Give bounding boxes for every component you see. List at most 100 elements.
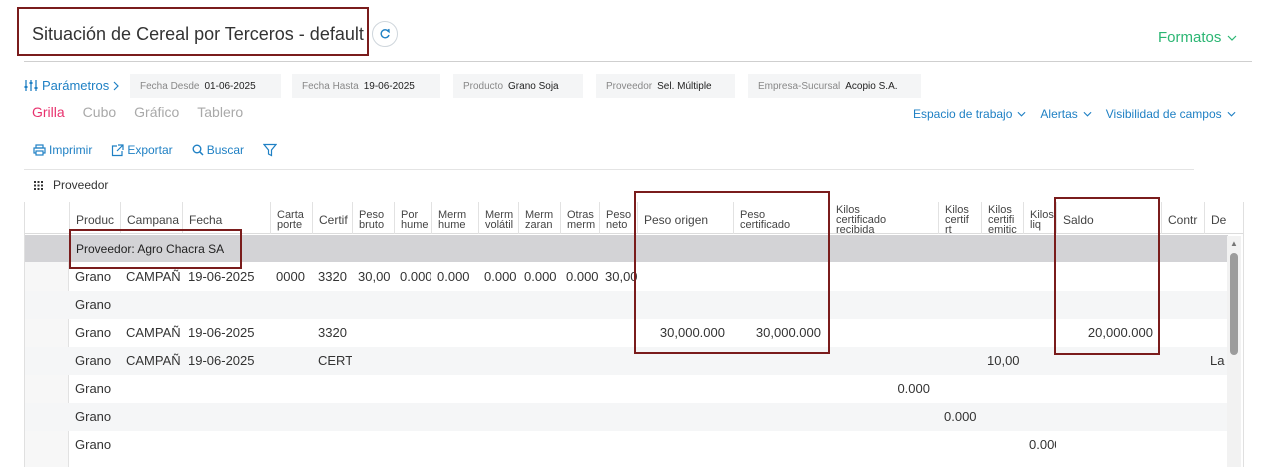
table-cell (394, 347, 431, 375)
column-header[interactable]: Kilos certificado recibida (829, 202, 938, 234)
column-header[interactable]: Merm volátil (478, 202, 518, 234)
table-cell (518, 347, 560, 375)
column-header[interactable]: Peso bruto (352, 202, 394, 234)
table-cell (560, 319, 599, 347)
table-cell: CAMPAÑ (126, 269, 181, 284)
table-cell (352, 291, 394, 319)
visibilidad-campos-menu[interactable]: Visibilidad de campos (1106, 107, 1236, 121)
table-cell (938, 291, 981, 319)
espacio-trabajo-menu[interactable]: Espacio de trabajo (913, 107, 1026, 121)
grouping-bar[interactable]: Proveedor (34, 178, 108, 192)
table-cell (981, 403, 1023, 431)
table-cell: 30,00 (358, 269, 391, 284)
column-header[interactable]: Carta porte (270, 202, 312, 234)
table-cell (1023, 403, 1056, 431)
view-tabs: Grilla Cubo Gráfico Tablero (32, 104, 261, 120)
chevron-down-icon (1227, 35, 1237, 41)
table-cell: Grano (75, 437, 112, 452)
vertical-scrollbar[interactable]: ▲ (1227, 236, 1241, 467)
column-header[interactable]: Peso certificado (733, 202, 829, 234)
parametros-label: Parámetros (42, 78, 110, 93)
print-button[interactable]: Imprimir (33, 143, 92, 157)
filter-icon (263, 143, 278, 157)
column-header[interactable]: Kilos liq (1023, 202, 1056, 234)
table-cell (478, 347, 518, 375)
table-cell (1204, 403, 1228, 431)
table-cell: 0.000 (400, 269, 431, 284)
table-cell (733, 403, 829, 431)
column-header[interactable]: Merm hume (431, 202, 478, 234)
table-cell (938, 319, 981, 347)
formatos-label: Formatos (1158, 29, 1222, 46)
table-row[interactable]: Grano CAMPAÑ 19-06-2025 CERT 10,00 La (25, 347, 1228, 375)
table-cell (352, 347, 394, 375)
column-header[interactable]: Merm zaran (518, 202, 560, 234)
table-cell (518, 403, 560, 431)
scroll-up-icon[interactable]: ▲ (1230, 239, 1238, 248)
column-header[interactable]: Peso neto (599, 202, 637, 234)
formatos-menu[interactable]: Formatos (1158, 29, 1237, 46)
column-header[interactable]: Certif (312, 202, 352, 234)
table-cell (1204, 291, 1228, 319)
column-header[interactable]: Peso origen (637, 202, 733, 234)
table-row[interactable]: Grano CAMPAÑ 19-06-2025 3320 30,000.000 30,00… (25, 319, 1228, 347)
table-cell (560, 431, 599, 459)
table-cell (120, 375, 182, 403)
refresh-button[interactable] (372, 21, 398, 47)
filter-fecha-desde[interactable]: Fecha Desde 01-06-2025 (130, 74, 281, 98)
table-row[interactable]: Grano (25, 291, 1228, 319)
table-cell: Grano (75, 409, 112, 424)
table-cell (599, 291, 637, 319)
column-header[interactable]: Otras merm (560, 202, 599, 234)
column-header[interactable]: Kilos certif rt (938, 202, 981, 234)
filter-producto[interactable]: Producto Grano Soja (453, 74, 583, 98)
tab-tablero[interactable]: Tablero (197, 104, 243, 120)
filter-button[interactable] (263, 143, 278, 157)
table-row[interactable]: Grano 0.000 (25, 375, 1228, 403)
table-cell (637, 431, 733, 459)
table-cell (733, 431, 829, 459)
column-header[interactable]: Produc (69, 202, 120, 234)
tab-grafico[interactable]: Gráfico (134, 104, 179, 120)
table-cell (637, 263, 733, 291)
table-cell: 30,00 (605, 269, 637, 284)
table-cell (829, 431, 938, 459)
table-cell (352, 431, 394, 459)
table-cell (431, 347, 478, 375)
table-cell (829, 263, 938, 291)
column-header[interactable]: Kilos certifi emitic (981, 202, 1023, 234)
table-cell (1056, 347, 1161, 375)
scrollbar-thumb[interactable] (1230, 253, 1238, 355)
parametros-toggle[interactable]: Parámetros (24, 78, 120, 93)
table-cell (394, 319, 431, 347)
column-header[interactable]: Saldo (1056, 202, 1161, 234)
filter-proveedor[interactable]: Proveedor Sel. Múltiple (596, 74, 735, 98)
table-row[interactable]: Grano 0.000 (25, 403, 1228, 431)
filter-fecha-hasta[interactable]: Fecha Hasta 19-06-2025 (292, 74, 440, 98)
table-cell (829, 319, 938, 347)
tab-cubo[interactable]: Cubo (83, 104, 116, 120)
export-button[interactable]: Exportar (111, 143, 173, 157)
table-cell: 0.000 (944, 409, 977, 424)
table-cell (599, 375, 637, 403)
table-row[interactable]: Grano CAMPAÑ 19-06-2025 0000 3320 30,00 0.000 0… (25, 263, 1228, 291)
table-row[interactable]: Grano 0.000 (25, 431, 1228, 459)
filter-empresa-sucursal[interactable]: Empresa-Sucursal Acopio S.A. (748, 74, 921, 98)
grid-header: Produc Campana Fecha Carta porte Certif Peso br… (25, 202, 1243, 234)
sliders-icon (24, 80, 38, 91)
column-header[interactable]: Contr (1161, 202, 1204, 234)
table-cell (981, 291, 1023, 319)
table-cell (1023, 291, 1056, 319)
table-cell: 3320 (318, 325, 347, 340)
column-header[interactable]: Por hume (394, 202, 431, 234)
tab-grilla[interactable]: Grilla (32, 104, 65, 120)
group-row[interactable]: Proveedor: Agro Chacra SA (25, 235, 1228, 262)
search-button[interactable]: Buscar (192, 143, 244, 157)
column-header[interactable]: Campana (120, 202, 182, 234)
table-cell (1056, 291, 1161, 319)
table-cell: 20,000.000 (1087, 325, 1153, 340)
table-cell (431, 319, 478, 347)
column-header[interactable]: De (1204, 202, 1228, 234)
alertas-menu[interactable]: Alertas (1040, 107, 1092, 121)
column-header[interactable]: Fecha (182, 202, 270, 234)
